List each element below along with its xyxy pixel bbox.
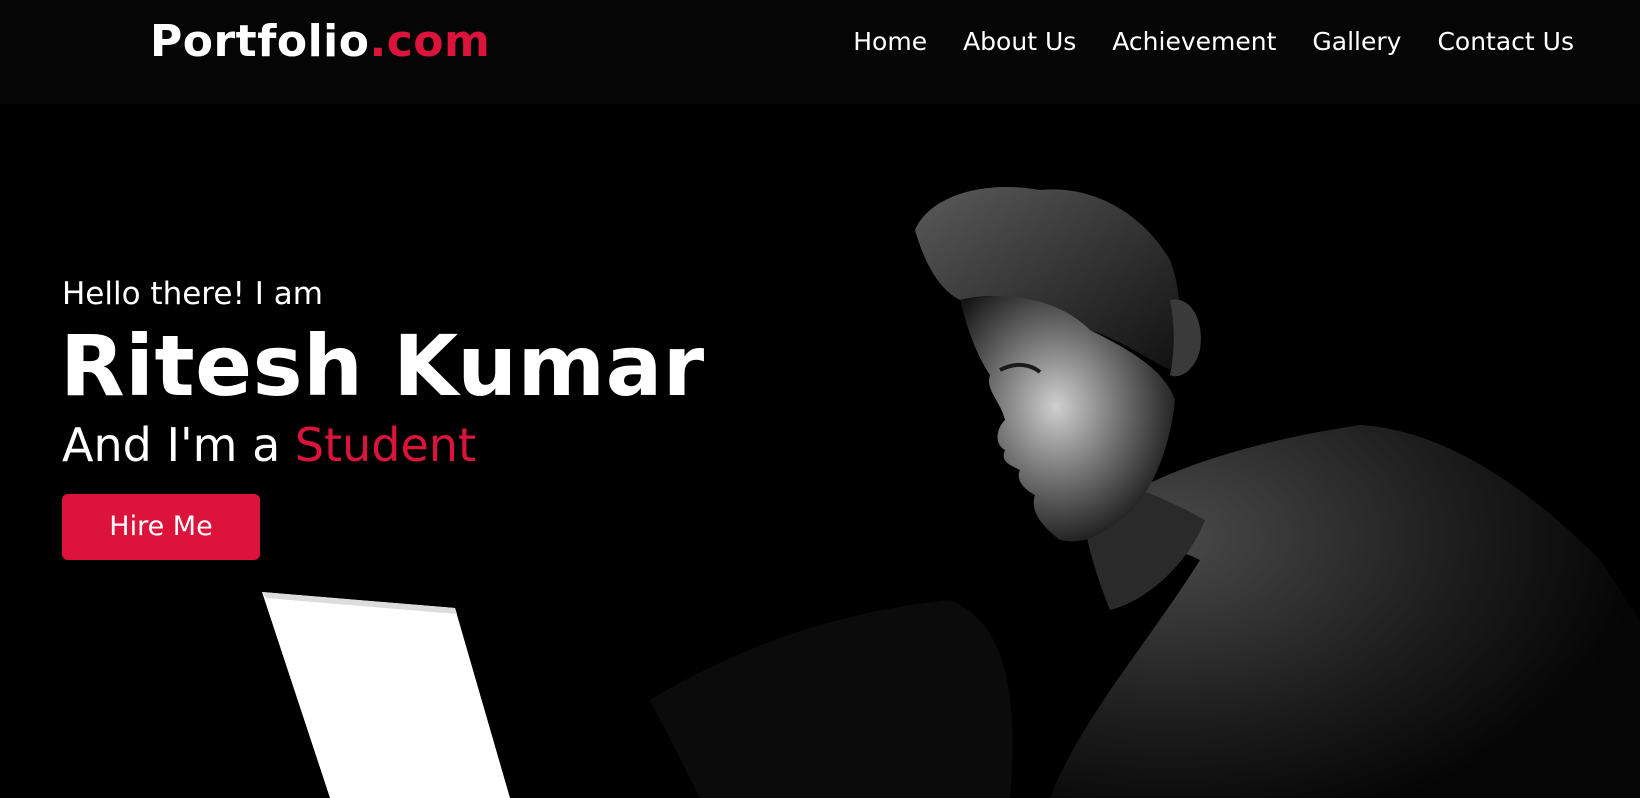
- nav-item-contact-us[interactable]: Contact Us: [1437, 24, 1574, 60]
- logo-main-text: Portfolio: [150, 16, 370, 67]
- site-logo[interactable]: Portfolio.com: [150, 14, 490, 70]
- hero-section: Hello there! I am Ritesh Kumar And I'm a…: [60, 272, 705, 560]
- navbar: Portfolio.com Home About Us Achievement …: [0, 0, 1640, 104]
- nav-item-achievement[interactable]: Achievement: [1112, 24, 1276, 60]
- nav-item-gallery[interactable]: Gallery: [1312, 24, 1401, 60]
- nav-item-home[interactable]: Home: [853, 24, 927, 60]
- hero-greeting: Hello there! I am: [62, 276, 323, 312]
- hero-role-accent: Student: [294, 418, 476, 472]
- portfolio-page: Portfolio.com Home About Us Achievement …: [0, 0, 1640, 798]
- logo-accent-text: .com: [369, 16, 491, 67]
- hire-me-button[interactable]: Hire Me: [62, 494, 260, 560]
- hero-role: And I'm a Student: [62, 416, 705, 474]
- hero-name: Ritesh Kumar: [60, 317, 705, 415]
- hero-role-prefix: And I'm a: [62, 418, 295, 472]
- nav-item-about-us[interactable]: About Us: [963, 24, 1076, 60]
- nav-menu: Home About Us Achievement Gallery Contac…: [853, 24, 1574, 60]
